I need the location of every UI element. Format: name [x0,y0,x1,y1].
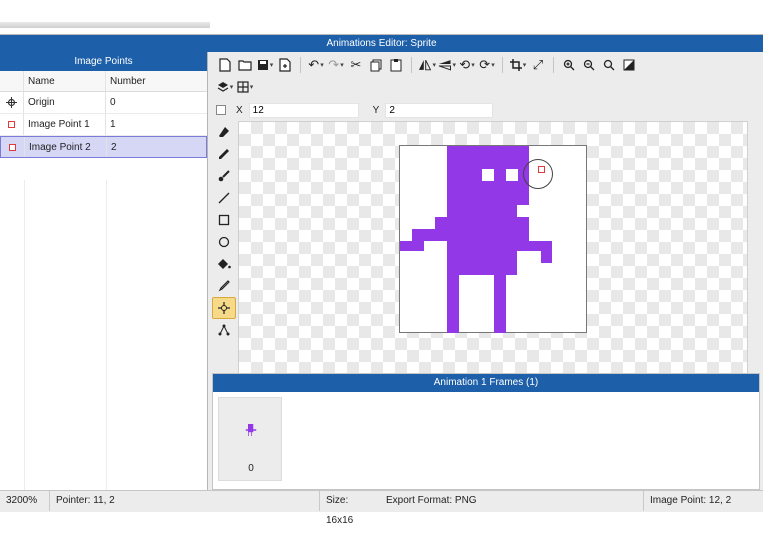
tab-shadow [0,22,210,28]
top-strip [0,0,763,34]
zoom-out-icon[interactable] [580,56,598,74]
origin-crosshair-icon [0,92,24,113]
window-title: Animations Editor: Sprite [0,35,763,52]
drawing-tools [212,121,236,351]
zoom-reset-icon[interactable] [600,56,618,74]
frames-panel: Animation 1 Frames (1) 0 [212,373,760,490]
image-point-marker[interactable] [538,166,545,173]
paste-icon[interactable] [387,56,405,74]
image-point-name: Image Point 1 [24,114,106,135]
brush-icon[interactable] [212,165,236,187]
frame-preview [245,424,257,436]
flip-icon[interactable] [418,56,436,74]
export-icon[interactable] [276,56,294,74]
y-input[interactable] [385,102,494,118]
cut-icon[interactable]: ✂ [347,56,365,74]
new-file-icon[interactable] [216,56,234,74]
status-bar: 3200% Pointer: 11, 2 Size: 16x16 Export … [0,490,763,526]
zoom-level: 3200% [0,491,50,511]
image-point-name: Image Point 2 [25,137,107,157]
sprite-size: Size: 16x16 [326,495,354,526]
sprite-image[interactable] [399,145,587,333]
image-point-row-2[interactable]: Image Point 2 2 [0,136,207,158]
image-point-number: 1 [110,119,116,130]
ellipse-icon[interactable] [212,231,236,253]
skeleton-tool-icon[interactable] [212,319,236,341]
editor-toolbar: ↶ ↷ ✂ ⟲ ⟳ ⤢ [212,54,760,100]
y-label: Y [372,104,380,116]
image-point-number: 0 [110,97,116,108]
icon-column-header [0,71,24,91]
frame-thumbnail[interactable]: 0 [218,397,282,481]
frames-title: Animation 1 Frames (1) [213,374,759,392]
sprite-canvas[interactable] [238,121,748,389]
rotate-left-icon[interactable]: ⟲ [458,56,476,74]
x-input[interactable] [248,102,359,118]
rotate-right-icon[interactable]: ⟳ [478,56,496,74]
lock-checkbox[interactable] [216,105,226,115]
redo-icon[interactable]: ↷ [327,56,345,74]
number-column-header[interactable]: Number [106,71,207,91]
fill-bucket-icon[interactable] [212,253,236,275]
animations-editor-window: Animations Editor: Sprite Image Points N… [0,34,763,526]
grid-icon[interactable] [236,78,254,96]
layers-icon[interactable] [216,78,234,96]
copy-icon[interactable] [367,56,385,74]
resize-icon[interactable]: ⤢ [529,56,547,74]
mirror-icon[interactable] [438,56,456,74]
coordinate-bar: X Y [216,101,756,119]
save-icon[interactable] [256,56,274,74]
crop-icon[interactable] [509,56,527,74]
x-label: X [236,104,243,116]
line-icon[interactable] [212,187,236,209]
brush-cursor [523,159,553,189]
fill-contrast-icon[interactable] [620,56,638,74]
frame-number: 0 [248,463,254,474]
image-point-name: Origin [24,92,106,113]
image-points-title: Image Points [0,52,207,71]
undo-icon[interactable]: ↶ [307,56,325,74]
export-format: Export Format: PNG [380,491,644,511]
pencil-icon[interactable] [212,143,236,165]
eraser-icon[interactable] [212,121,236,143]
pointer-position: Pointer: 11, 2 [50,491,320,511]
image-points-empty-area [0,180,208,490]
image-point-number: 2 [111,142,117,153]
zoom-in-icon[interactable] [560,56,578,74]
image-point-row-1[interactable]: Image Point 1 1 [0,114,207,136]
image-points-panel: Image Points Name Number Origin 0 Image … [0,52,208,490]
open-folder-icon[interactable] [236,56,254,74]
image-point-tool-icon[interactable] [212,297,236,319]
rectangle-icon[interactable] [212,209,236,231]
image-point-square-icon [0,114,24,135]
image-points-header: Name Number [0,71,207,92]
image-point-row-origin[interactable]: Origin 0 [0,92,207,114]
image-point-position: Image Point: 12, 2 [650,495,732,506]
color-picker-icon[interactable] [212,275,236,297]
name-column-header[interactable]: Name [24,71,106,91]
image-point-square-icon [1,137,25,157]
